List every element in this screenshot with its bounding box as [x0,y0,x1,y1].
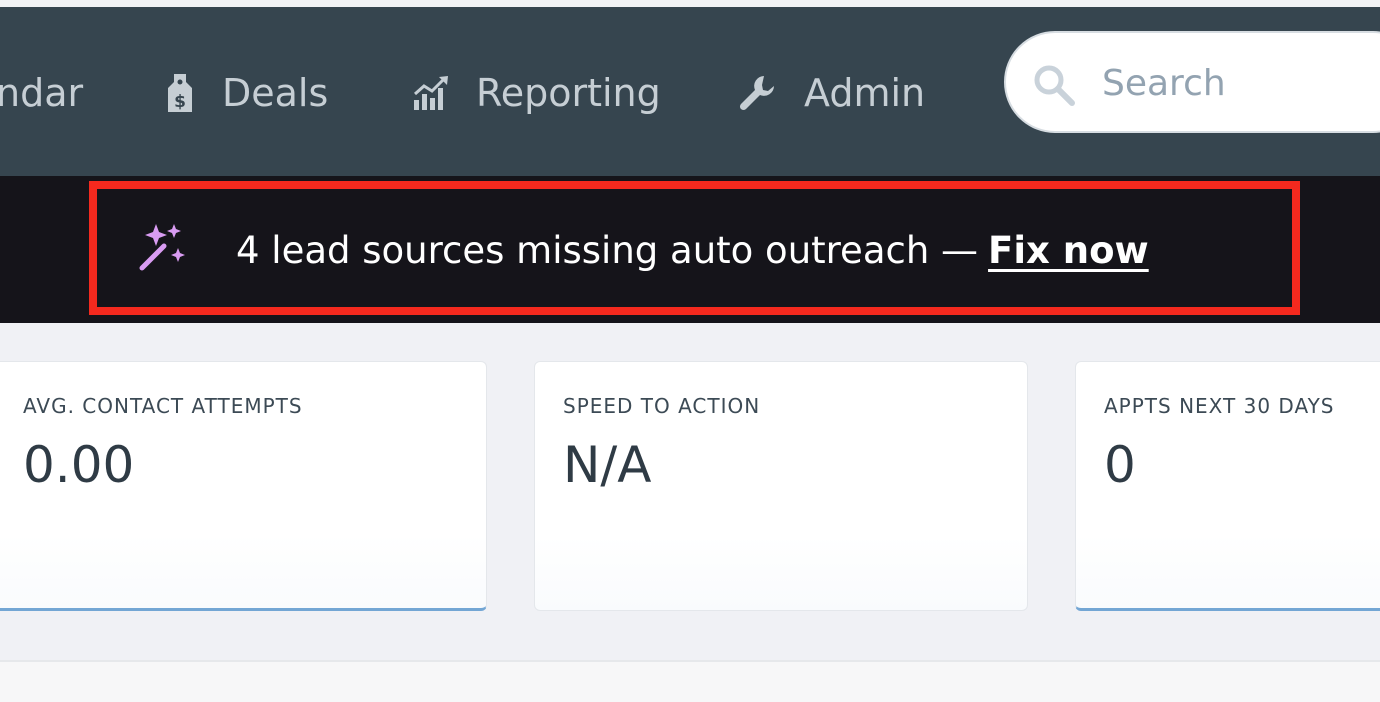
alert-banner: 4 lead sources missing auto outreach — F… [0,176,1380,323]
svg-text:$: $ [174,92,186,112]
search-input[interactable] [1102,57,1380,109]
app-page: ndar $ Deals Reporting Admin Search 4 le… [0,0,1380,702]
wrench-icon [738,73,778,113]
banner-message-text: 4 lead sources missing auto outreach — [236,228,979,272]
nav-item-reporting[interactable]: Reporting [412,63,661,123]
metric-value: N/A [563,436,652,494]
nav-item-label: Deals [222,71,329,115]
metric-card-speed-to-action: SPEED TO ACTION N/A [534,361,1028,611]
search-box[interactable] [1004,31,1380,133]
chart-up-icon [412,74,450,112]
nav-item-label: Admin [804,71,926,115]
money-tag-icon: $ [164,72,196,114]
nav-item-admin[interactable]: Admin [738,63,925,123]
nav-item-label: ndar [0,71,84,115]
top-strip [0,0,1380,7]
metric-card-avg-contact-attempts: AVG. CONTACT ATTEMPTS 0.00 [0,361,487,611]
lower-panel [0,660,1380,702]
search-icon [1032,63,1076,111]
banner-message: 4 lead sources missing auto outreach — F… [236,224,1149,276]
metric-label: SPEED TO ACTION [563,394,761,418]
metrics-area: AVG. CONTACT ATTEMPTS 0.00 SPEED TO ACTI… [0,323,1380,662]
magic-wand-icon [134,220,188,278]
metric-value: 0.00 [23,436,135,494]
nav-item-label: Reporting [476,71,661,115]
metric-value: 0 [1104,436,1136,494]
nav-item-calendar[interactable]: ndar [0,63,83,123]
top-navbar: ndar $ Deals Reporting Admin Search [0,7,1380,176]
metric-card-appts-next-30-days: APPTS NEXT 30 DAYS 0 [1075,361,1380,611]
nav-item-deals[interactable]: $ Deals [164,63,328,123]
metric-label: AVG. CONTACT ATTEMPTS [23,394,303,418]
metric-label: APPTS NEXT 30 DAYS [1104,394,1335,418]
fix-now-link[interactable]: Fix now [988,229,1149,272]
